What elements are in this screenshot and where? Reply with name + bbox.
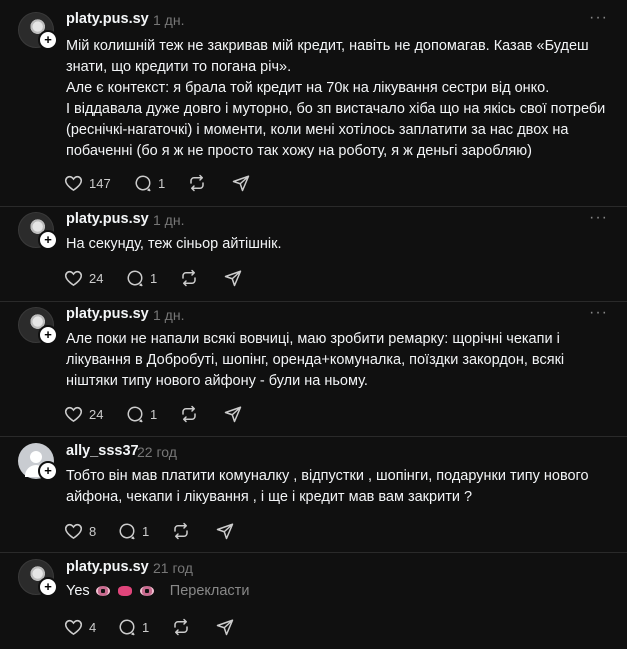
share-icon: [216, 619, 234, 636]
more-icon[interactable]: ···: [589, 304, 608, 322]
comment-icon: [119, 619, 135, 636]
share-button[interactable]: [216, 521, 234, 541]
heart-icon: [64, 406, 83, 423]
translate-link[interactable]: Перекласти: [170, 583, 250, 599]
repost-icon: [174, 522, 188, 540]
reply-button[interactable]: 1: [118, 617, 149, 637]
share-button[interactable]: [224, 268, 242, 288]
divider: [0, 301, 627, 302]
timestamp: 22 год: [137, 444, 177, 460]
comment-icon: [135, 175, 151, 192]
repost-button[interactable]: [188, 173, 206, 193]
like-count: 24: [89, 270, 104, 286]
like-button[interactable]: 4: [64, 617, 96, 637]
repost-button[interactable]: [172, 521, 190, 541]
heart-icon: [64, 523, 83, 540]
post-text: Мій колишній теж не закривав мій кредит,…: [66, 36, 616, 162]
like-count: 147: [89, 175, 111, 191]
timestamp: 1 дн.: [153, 12, 185, 28]
paragraph: Але є контекст: я брала той кредит на 70…: [66, 80, 550, 96]
share-button[interactable]: [224, 404, 242, 424]
plus-icon[interactable]: +: [38, 230, 58, 250]
reply-button[interactable]: 1: [134, 173, 165, 193]
heart-icon: [64, 270, 83, 287]
share-button[interactable]: [216, 617, 234, 637]
like-count: 8: [89, 523, 97, 539]
reply-count: 1: [142, 523, 150, 539]
plus-icon[interactable]: +: [38, 325, 58, 345]
plus-icon[interactable]: +: [38, 30, 58, 50]
paragraph: Але поки не напали всякі вовчиці, маю зр…: [66, 331, 565, 389]
heart-icon: [64, 175, 83, 192]
eyes-emoji: [95, 586, 110, 597]
reply-count: 1: [150, 406, 158, 422]
post-text: Yes Перекласти: [66, 581, 616, 602]
post-text: Тобто він мав платити комуналку , відпус…: [66, 466, 616, 508]
comment-icon: [127, 270, 143, 287]
like-button[interactable]: 8: [64, 521, 96, 541]
heart-icon: [64, 619, 83, 636]
divider: [0, 206, 627, 207]
divider: [0, 552, 627, 553]
plus-icon[interactable]: +: [38, 577, 58, 597]
comment-icon: [119, 523, 135, 540]
timestamp: 21 год: [153, 560, 193, 576]
post-text: Але поки не напали всякі вовчиці, маю зр…: [66, 329, 616, 392]
reply-button[interactable]: 1: [126, 404, 157, 424]
reply-button[interactable]: 1: [126, 268, 157, 288]
more-icon[interactable]: ···: [589, 209, 608, 227]
share-icon: [224, 406, 242, 423]
like-count: 24: [89, 406, 104, 422]
avatar-head: [30, 451, 42, 463]
timestamp: 1 дн.: [153, 212, 185, 228]
like-button[interactable]: 24: [64, 268, 103, 288]
paragraph: На секунду, теж сіньор айтішнік.: [66, 236, 282, 252]
reply-count: 1: [150, 270, 158, 286]
paragraph: І віддавала дуже довго і муторно, бо зп …: [66, 101, 606, 159]
repost-button[interactable]: [180, 268, 198, 288]
more-icon[interactable]: ···: [589, 9, 608, 27]
repost-icon: [182, 269, 196, 287]
share-icon: [216, 523, 234, 540]
repost-button[interactable]: [172, 617, 190, 637]
repost-icon: [190, 174, 204, 192]
username[interactable]: ally_sss37: [66, 443, 139, 459]
repost-icon: [182, 405, 196, 423]
username[interactable]: platy.pus.sy: [66, 211, 149, 227]
like-button[interactable]: 24: [64, 404, 103, 424]
like-count: 4: [89, 619, 97, 635]
reply-count: 1: [158, 175, 166, 191]
paragraph: Yes: [66, 583, 90, 599]
reply-count: 1: [142, 619, 150, 635]
reply-button[interactable]: 1: [118, 521, 149, 541]
eyes-emoji: [139, 586, 154, 597]
like-button[interactable]: 147: [64, 173, 111, 193]
share-icon: [224, 270, 242, 287]
repost-icon: [174, 618, 188, 636]
paragraph: Мій колишній теж не закривав мій кредит,…: [66, 38, 589, 75]
divider: [0, 436, 627, 437]
lips-emoji: [117, 586, 132, 597]
username[interactable]: platy.pus.sy: [66, 306, 149, 322]
repost-button[interactable]: [180, 404, 198, 424]
plus-icon[interactable]: +: [38, 461, 58, 481]
share-icon: [232, 175, 250, 192]
username[interactable]: platy.pus.sy: [66, 559, 149, 575]
share-button[interactable]: [232, 173, 250, 193]
paragraph: Тобто він мав платити комуналку , відпус…: [66, 468, 589, 505]
timestamp: 1 дн.: [153, 307, 185, 323]
post-text: На секунду, теж сіньор айтішнік.: [66, 234, 616, 255]
comment-icon: [127, 406, 143, 423]
username[interactable]: platy.pus.sy: [66, 11, 149, 27]
